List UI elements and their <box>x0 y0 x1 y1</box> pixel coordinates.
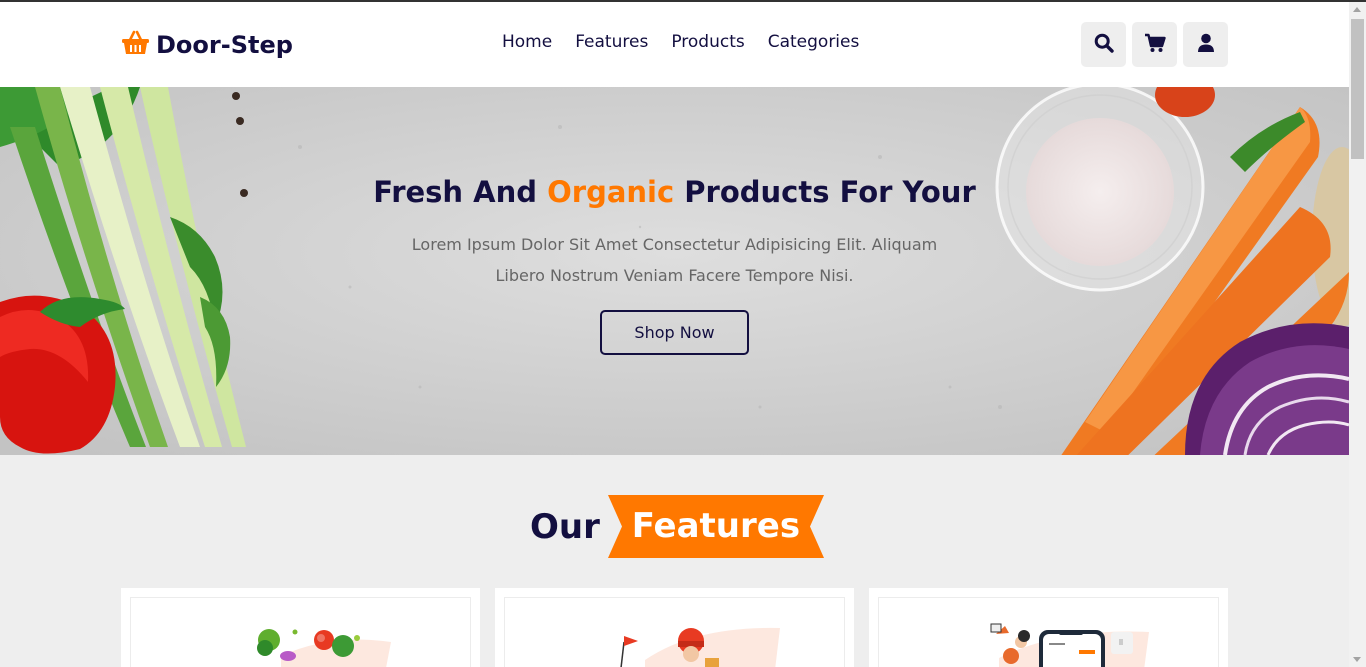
hero-title-part1: Fresh And <box>373 175 548 209</box>
features-heading-highlight: Features <box>631 506 801 546</box>
logo-link[interactable]: Door-Step <box>121 28 293 62</box>
scroll-up-arrow-icon[interactable] <box>1353 7 1361 12</box>
features-heading-plain: Our <box>530 506 600 547</box>
hero-content: Fresh And Organic Products For Your Lore… <box>0 87 1349 455</box>
feature-card-inner <box>878 597 1219 667</box>
features-heading-ribbon: Features <box>607 495 824 558</box>
search-button[interactable] <box>1081 22 1126 67</box>
scroll-down-arrow-icon[interactable] <box>1353 657 1361 662</box>
feature-card <box>121 588 480 667</box>
main-nav: Home Features Products Categories <box>502 32 882 52</box>
search-icon <box>1094 33 1114 57</box>
nav-products-link[interactable]: Products <box>671 32 744 52</box>
basket-icon <box>121 30 150 60</box>
fresh-food-illustration <box>257 629 391 667</box>
cart-icon <box>1144 33 1166 57</box>
online-order-illustration <box>990 623 1149 667</box>
delivery-illustration <box>620 627 780 667</box>
feature-card-inner <box>504 597 845 667</box>
features-heading: Our Features <box>530 495 824 558</box>
hero-title-accent: Organic <box>547 175 675 209</box>
user-icon <box>1197 33 1215 57</box>
nav-home-link[interactable]: Home <box>502 32 552 52</box>
feature-card <box>869 588 1228 667</box>
hero-description: Lorem Ipsum Dolor Sit Amet Consectetur A… <box>411 235 938 285</box>
header-icon-group <box>1081 22 1228 67</box>
site-header: Door-Step Home Features Products Categor… <box>0 2 1349 87</box>
page-scrollbar[interactable] <box>1349 2 1366 667</box>
feature-card-inner <box>130 597 471 667</box>
hero-banner: Fresh And Organic Products For Your Lore… <box>0 87 1349 455</box>
logo-text: Door-Step <box>156 31 293 59</box>
cart-button[interactable] <box>1132 22 1177 67</box>
shop-now-button[interactable]: Shop Now <box>600 310 749 355</box>
account-button[interactable] <box>1183 22 1228 67</box>
hero-title-part2: Products For Your <box>674 175 976 209</box>
nav-categories-link[interactable]: Categories <box>768 32 860 52</box>
scrollbar-thumb[interactable] <box>1351 19 1364 159</box>
feature-card <box>495 588 854 667</box>
nav-features-link[interactable]: Features <box>575 32 648 52</box>
hero-title: Fresh And Organic Products For Your <box>0 175 1349 209</box>
window-top-border <box>0 0 1366 2</box>
